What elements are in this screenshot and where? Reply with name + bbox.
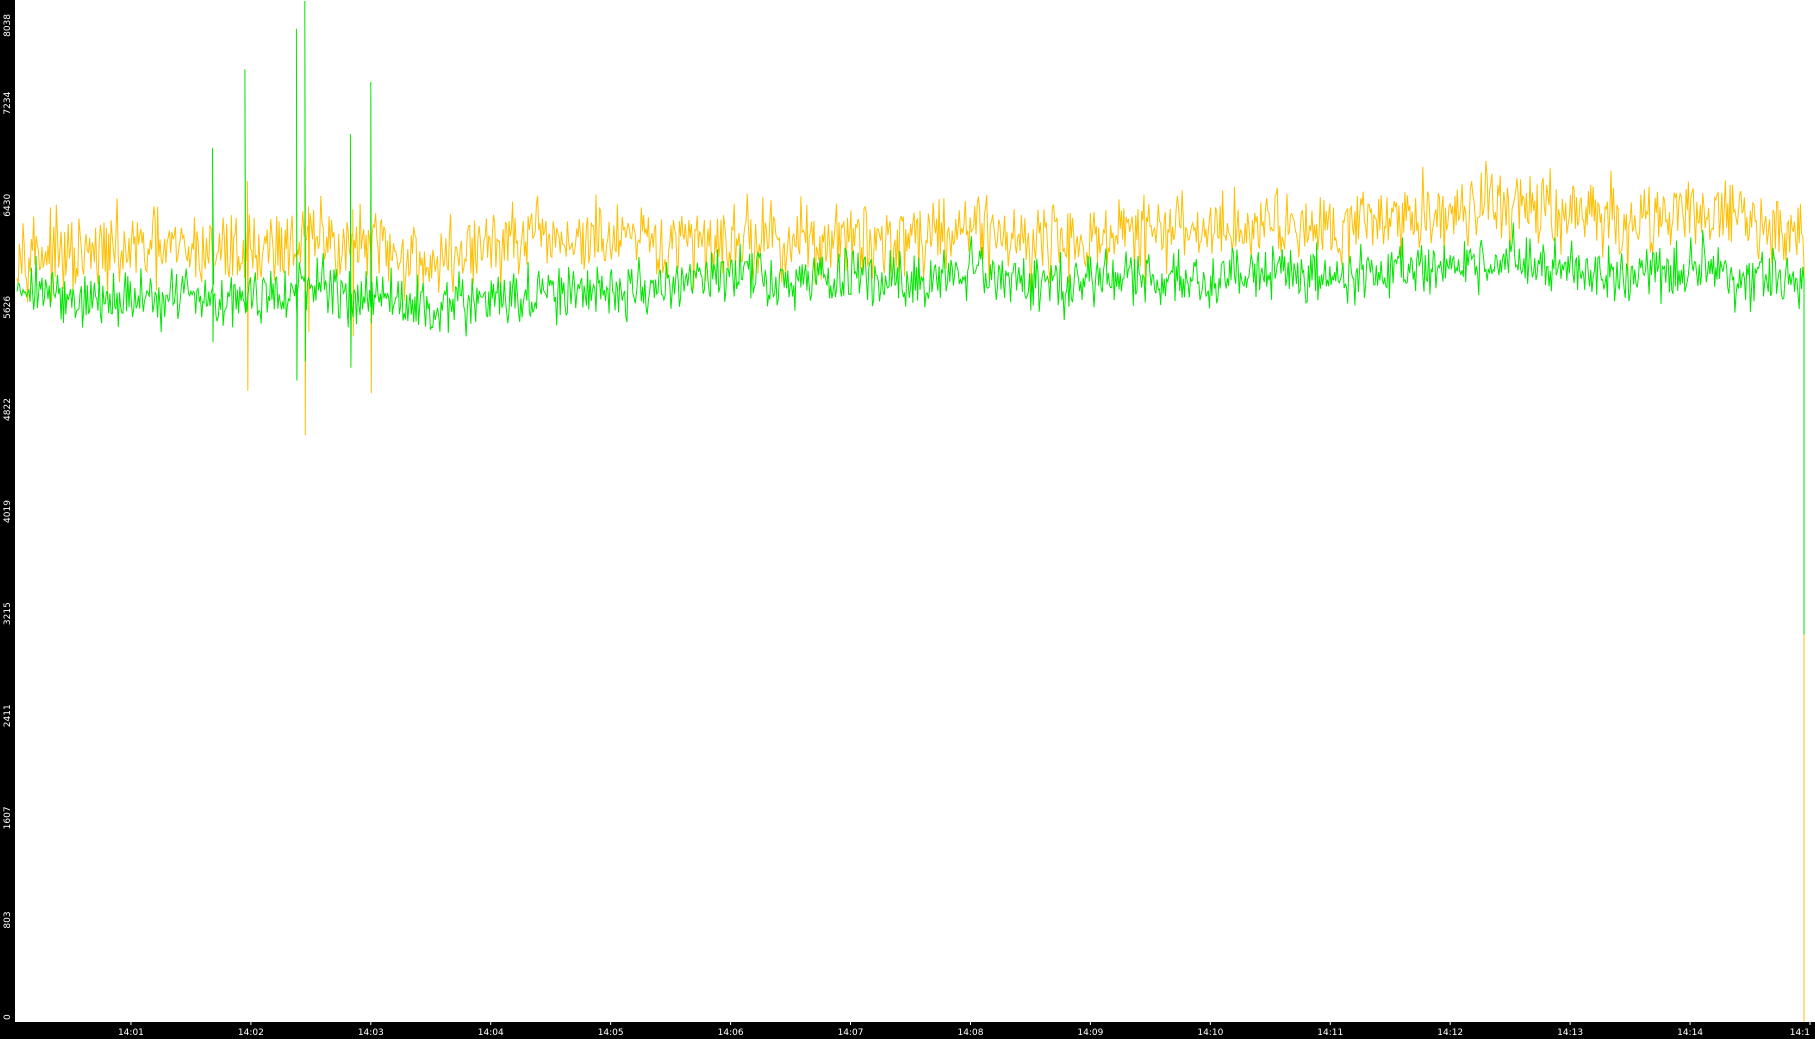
x-tick-label: 14:05 xyxy=(598,1028,624,1038)
y-tick-label: 1607 xyxy=(3,806,13,829)
y-tick-label: 8038 xyxy=(3,14,13,37)
y-tick-label: 3215 xyxy=(3,602,13,625)
x-tick-label: 14:14 xyxy=(1677,1028,1703,1038)
x-tick-label: 14:11 xyxy=(1317,1028,1343,1038)
y-tick-label: 2411 xyxy=(3,704,13,727)
x-tick-label: 14:06 xyxy=(718,1028,744,1038)
x-tick-label: 14:01 xyxy=(118,1028,144,1038)
x-tick-label: 14:12 xyxy=(1437,1028,1463,1038)
chart: 0 803 1607 2411 3215 4019 4822 5626 6430 7234 8038… xyxy=(0,0,1815,1039)
x-axis: 14:01 14:02 14:03 14:04 14:05 14:06 14:07 14:08… xyxy=(118,1022,1811,1038)
x-tick-label: 14:13 xyxy=(1557,1028,1583,1038)
chart-svg: 0 803 1607 2411 3215 4019 4822 5626 6430 7234 8038… xyxy=(3,0,1815,1038)
y-tick-label: 7234 xyxy=(3,91,13,114)
y-tick-label: 6430 xyxy=(3,194,13,217)
y-axis: 0 803 1607 2411 3215 4019 4822 5626 6430 7234 8038 xyxy=(3,14,13,1020)
x-tick-label: 14:07 xyxy=(838,1028,864,1038)
x-tick-label: 14:08 xyxy=(957,1028,983,1038)
y-tick-label: 4019 xyxy=(3,500,13,523)
y-tick-label: 803 xyxy=(3,911,13,928)
plot-area xyxy=(15,0,1815,1022)
x-tick-label: 14:10 xyxy=(1197,1028,1223,1038)
y-tick-label: 0 xyxy=(3,1014,13,1020)
x-tick-label: 14:04 xyxy=(478,1028,504,1038)
x-tick-label: 14:09 xyxy=(1077,1028,1103,1038)
y-tick-label: 5626 xyxy=(3,296,13,319)
x-tick-label: 14:02 xyxy=(238,1028,264,1038)
x-tick-label: 14:1 xyxy=(1790,1028,1810,1038)
x-tick-label: 14:03 xyxy=(358,1028,384,1038)
y-tick-label: 4822 xyxy=(3,398,13,421)
